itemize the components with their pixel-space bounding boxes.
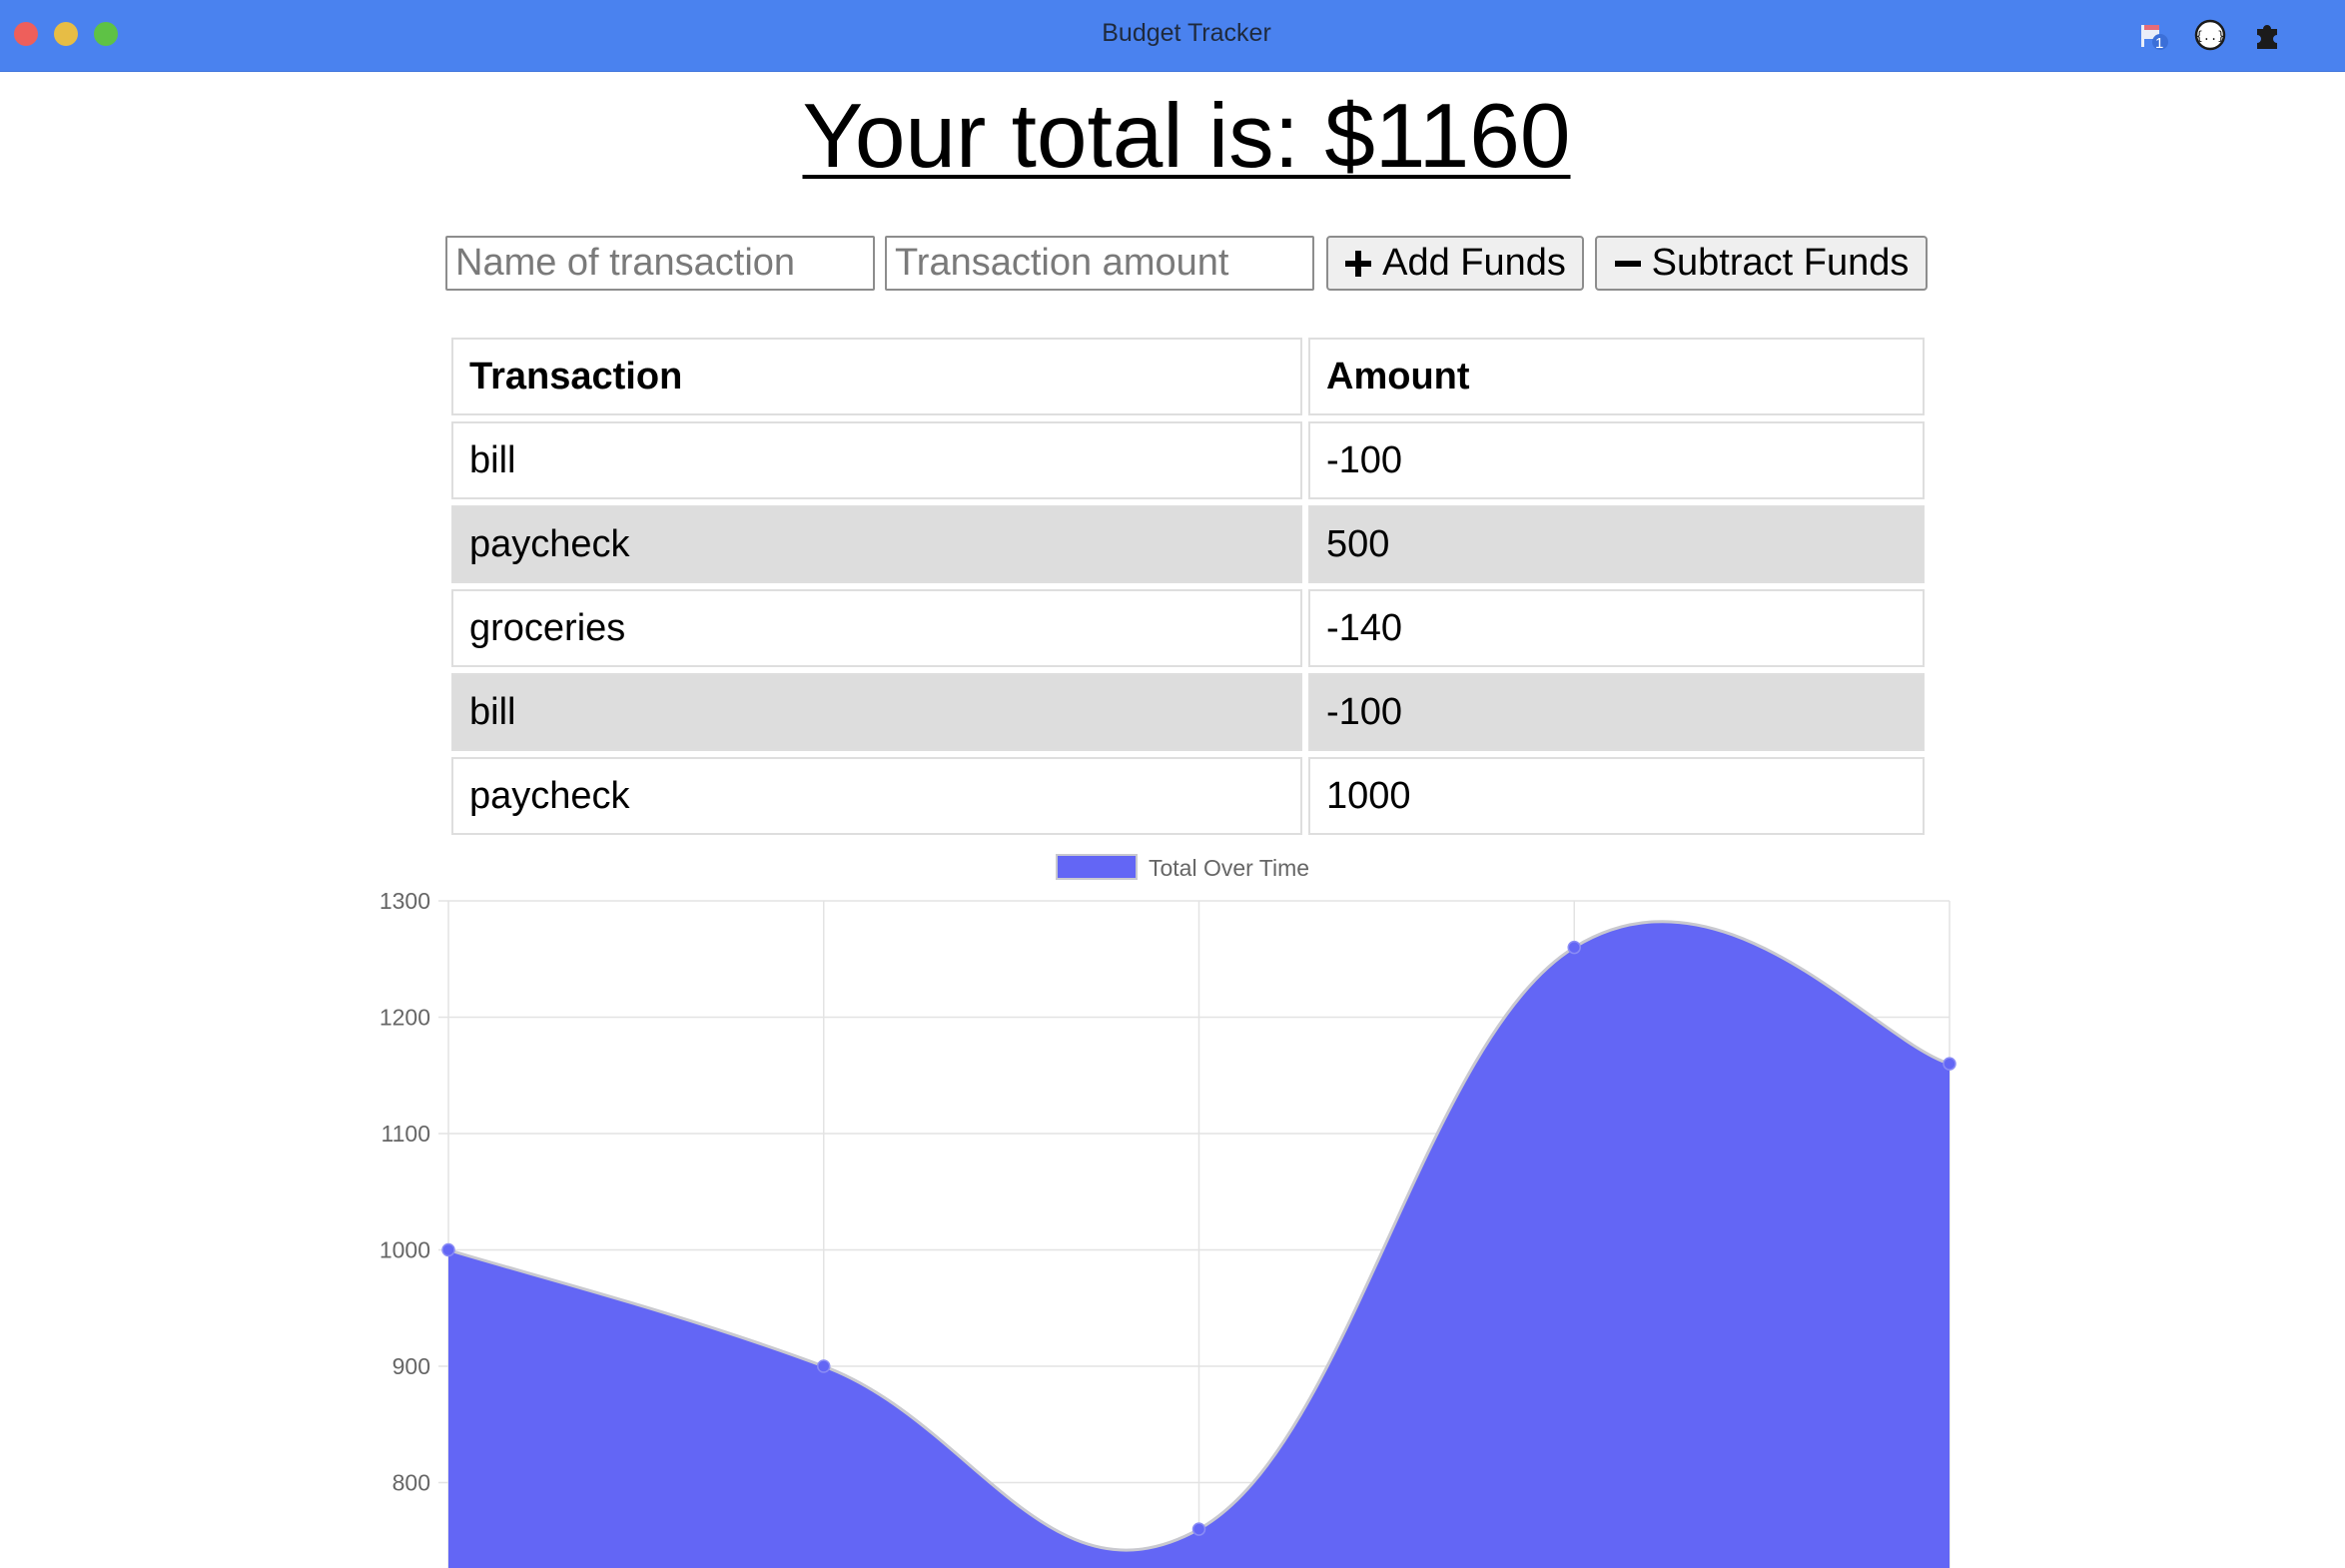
- transaction-name-cell: paycheck: [451, 505, 1302, 583]
- table-row: bill -100: [451, 673, 1925, 751]
- y-tick-label: 1300: [380, 888, 430, 914]
- svg-text:{..}: {..}: [2196, 29, 2225, 43]
- table-row: bill -100: [451, 421, 1925, 499]
- y-tick-label: 1000: [380, 1237, 430, 1263]
- transaction-amount-cell: 500: [1308, 505, 1925, 583]
- window-titlebar: Budget Tracker 1 {..}: [0, 0, 2345, 72]
- chart-legend[interactable]: Total Over Time: [1056, 854, 1309, 881]
- y-tick-label: 1100: [382, 1121, 430, 1147]
- table-header-row: Transaction Amount: [451, 338, 1925, 415]
- y-tick-label: 900: [392, 1353, 430, 1379]
- window-title: Budget Tracker: [1102, 19, 1271, 47]
- transaction-amount-cell: -100: [1308, 421, 1925, 499]
- transaction-amount-cell: -100: [1308, 673, 1925, 751]
- extension-badge: 1: [2155, 35, 2164, 52]
- transaction-amount-input[interactable]: [885, 236, 1314, 291]
- data-point[interactable]: [441, 1242, 455, 1257]
- transaction-name-cell: groceries: [451, 589, 1302, 667]
- flag-extension-icon[interactable]: 1: [2137, 19, 2169, 52]
- data-point[interactable]: [1943, 1057, 1956, 1071]
- legend-swatch: [1056, 854, 1138, 880]
- table-row: paycheck 500: [451, 505, 1925, 583]
- table-row: groceries -140: [451, 589, 1925, 667]
- transactions-table: Transaction Amount bill -100 paycheck 50…: [445, 332, 1931, 841]
- y-tick-label: 800: [392, 1470, 430, 1496]
- plus-icon: [1344, 250, 1372, 278]
- puzzle-extensions-icon[interactable]: [2251, 19, 2283, 51]
- y-tick-label: 1200: [380, 1005, 430, 1031]
- minus-icon: [1614, 250, 1642, 278]
- data-point[interactable]: [1567, 940, 1581, 955]
- transaction-amount-cell: -140: [1308, 589, 1925, 667]
- chart-y-axis: 800 900 1000 1100 1200 1300: [380, 888, 430, 1496]
- transaction-name-cell: bill: [451, 673, 1302, 751]
- transaction-name-input[interactable]: [445, 236, 875, 291]
- transaction-name-cell: paycheck: [451, 757, 1302, 835]
- subtract-funds-button[interactable]: Subtract Funds: [1595, 236, 1928, 291]
- amount-column-header: Amount: [1308, 338, 1925, 415]
- total-over-time-chart: 800 900 1000 1100 1200 1300 Total Over Time: [380, 854, 1956, 1568]
- transaction-name-cell: bill: [451, 421, 1302, 499]
- table-row: paycheck 1000: [451, 757, 1925, 835]
- legend-label: Total Over Time: [1149, 855, 1309, 881]
- subtract-funds-label: Subtract Funds: [1651, 242, 1910, 284]
- json-extension-icon[interactable]: {..}: [2194, 19, 2226, 51]
- data-point[interactable]: [817, 1359, 831, 1373]
- data-point[interactable]: [1191, 1522, 1206, 1536]
- add-funds-label: Add Funds: [1382, 242, 1566, 284]
- add-funds-button[interactable]: Add Funds: [1326, 236, 1584, 291]
- total-heading: Your total is: $1160: [802, 86, 1571, 187]
- transaction-amount-cell: 1000: [1308, 757, 1925, 835]
- transaction-column-header: Transaction: [451, 338, 1302, 415]
